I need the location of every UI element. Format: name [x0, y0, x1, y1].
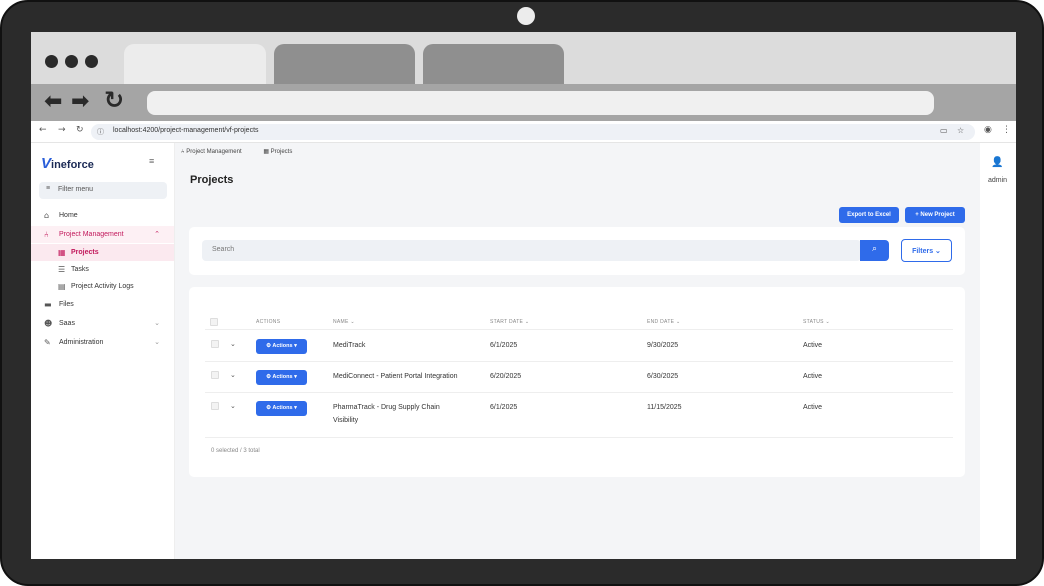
header-divider	[205, 329, 953, 330]
col-status[interactable]: STATUS ⌄	[803, 319, 830, 325]
export-excel-button[interactable]: Export to Excel	[839, 207, 899, 223]
url-text: localhost:4200/project-management/vf-pro…	[113, 127, 259, 134]
back-arrow-icon[interactable]: ⬅	[44, 91, 62, 113]
collapse-menu-icon[interactable]: ≡	[149, 156, 154, 166]
bookmark-star-icon[interactable]: ☆	[957, 126, 964, 135]
mock-address-bar[interactable]	[147, 91, 934, 115]
sidebar-item-saas[interactable]: ☻ Saas ⌄	[31, 315, 174, 332]
address-bar[interactable]: ⓘ localhost:4200/project-management/vf-p…	[91, 124, 975, 140]
table-row: ⌄ ⚙ Actions ▾ MediConnect - Patient Port…	[205, 362, 953, 393]
back-icon[interactable]: ←	[39, 125, 47, 135]
filter-icon: ≡	[46, 185, 51, 192]
cell-name: PharmaTrack - Drug Supply Chain Visibili…	[333, 404, 440, 424]
window-dot	[85, 55, 98, 68]
screen: ⬅ ➡ ↻ ← → ↻ ⓘ localhost:4200/project-man…	[31, 32, 1016, 559]
cell-name: MediTrack	[333, 342, 366, 349]
main-content: ⑃ Project Management ▦ Projects Projects…	[175, 143, 980, 559]
search-input[interactable]: Search	[202, 240, 861, 261]
profile-icon[interactable]: ◉	[984, 125, 992, 135]
cast-icon[interactable]: ▭	[940, 126, 948, 135]
sitemap-icon: ⑃	[44, 230, 49, 239]
cell-end-date: 11/15/2025	[647, 404, 682, 411]
expand-chevron-icon[interactable]: ⌄	[230, 371, 236, 379]
filter-menu-input[interactable]: ≡ Filter menu	[39, 182, 167, 199]
col-name[interactable]: NAME ⌄	[333, 319, 355, 325]
page-title: Projects	[190, 174, 234, 186]
folder-icon: ▬	[44, 300, 52, 309]
wrench-icon: ✎	[44, 338, 51, 347]
table-icon: ▦	[58, 248, 66, 257]
site-info-icon[interactable]: ⓘ	[97, 127, 104, 137]
cell-end-date: 9/30/2025	[647, 342, 679, 349]
reload-icon[interactable]: ↻	[76, 125, 84, 135]
expand-chevron-icon[interactable]: ⌄	[230, 340, 236, 348]
table-row: ⌄ ⚙ Actions ▾ MediTrack 6/1/2025 9/30/20…	[205, 331, 953, 362]
row-actions-button[interactable]: ⚙ Actions ▾	[256, 401, 307, 416]
list-icon: ☰	[58, 265, 66, 274]
breadcrumb-item[interactable]: ▦ Projects	[263, 149, 302, 155]
breadcrumb: ⑃ Project Management ▦ Projects	[181, 148, 312, 155]
cell-status: Active	[803, 342, 823, 349]
mock-tab-active[interactable]	[124, 44, 266, 84]
reload-icon[interactable]: ↻	[104, 88, 124, 112]
cell-start-date: 6/20/2025	[490, 373, 522, 380]
cell-status: Active	[803, 373, 823, 380]
browser-toolbar: ← → ↻ ⓘ localhost:4200/project-managemen…	[31, 121, 1016, 143]
cell-status: Active	[803, 404, 823, 411]
sidebar-item-files[interactable]: ▬ Files	[31, 296, 174, 313]
user-panel: 👤 admin	[980, 143, 1016, 559]
chevron-up-icon: ⌃	[154, 230, 160, 238]
row-checkbox[interactable]	[211, 340, 219, 348]
selection-summary: 0 selected / 3 total	[211, 448, 260, 454]
new-project-button[interactable]: + New Project	[905, 207, 965, 223]
file-icon: ▤	[58, 282, 66, 291]
cell-start-date: 6/1/2025	[490, 404, 518, 411]
mock-tab[interactable]	[274, 44, 415, 84]
mock-tab[interactable]	[423, 44, 564, 84]
forward-icon[interactable]: →	[58, 125, 66, 135]
select-all-checkbox[interactable]	[210, 318, 218, 326]
user-name[interactable]: admin	[988, 177, 1007, 184]
cell-name: MediConnect - Patient Portal Integration	[333, 373, 458, 380]
table-row: ⌄ ⚙ Actions ▾ PharmaTrack - Drug Supply …	[205, 393, 953, 438]
search-button[interactable]: ⌕	[860, 240, 889, 261]
col-actions: ACTIONS	[256, 319, 281, 325]
expand-chevron-icon[interactable]: ⌄	[230, 402, 236, 410]
camera-dot	[517, 7, 535, 25]
filters-button[interactable]: Filters ⌄	[901, 239, 952, 262]
row-checkbox[interactable]	[211, 371, 219, 379]
search-card: Search ⌕ Filters ⌄	[189, 227, 965, 275]
window-dot	[65, 55, 78, 68]
chevron-down-icon: ⌄	[154, 338, 160, 346]
sidebar-item-home[interactable]: ⌂ Home	[31, 207, 174, 224]
cell-start-date: 6/1/2025	[490, 342, 518, 349]
row-checkbox[interactable]	[211, 402, 219, 410]
col-end-date[interactable]: END DATE ⌄	[647, 319, 681, 325]
sidebar-item-activity-logs[interactable]: ▤ Project Activity Logs	[31, 278, 174, 295]
cell-end-date: 6/30/2025	[647, 373, 679, 380]
menu-kebab-icon[interactable]: ⋮	[1002, 125, 1011, 135]
search-icon: ⌕	[871, 244, 878, 254]
chevron-down-icon: ⌄	[154, 319, 160, 327]
window-dot	[45, 55, 58, 68]
home-icon: ⌂	[44, 211, 50, 220]
users-icon: ☻	[44, 319, 53, 328]
row-actions-button[interactable]: ⚙ Actions ▾	[256, 339, 307, 354]
sidebar-item-tasks[interactable]: ☰ Tasks	[31, 261, 174, 278]
sidebar-item-administration[interactable]: ✎ Administration ⌄	[31, 334, 174, 351]
user-avatar-icon[interactable]: 👤	[991, 157, 1003, 169]
projects-table-card: ACTIONS NAME ⌄ START DATE ⌄ END DATE ⌄ S…	[189, 287, 965, 477]
col-start-date[interactable]: START DATE ⌄	[490, 319, 529, 325]
sidebar: Vineforce ≡ ≡ Filter menu ⌂ Home ⑃ Proje…	[31, 143, 175, 559]
vineforce-logo[interactable]: Vineforce	[41, 155, 94, 172]
forward-arrow-icon[interactable]: ➡	[71, 91, 89, 113]
mock-tab-strip	[31, 32, 1016, 84]
row-actions-button[interactable]: ⚙ Actions ▾	[256, 370, 307, 385]
device-frame: ⬅ ➡ ↻ ← → ↻ ⓘ localhost:4200/project-man…	[0, 0, 1044, 586]
breadcrumb-item[interactable]: ⑃ Project Management	[181, 149, 252, 155]
sidebar-item-project-management[interactable]: ⑃ Project Management ⌃	[31, 226, 174, 243]
sidebar-item-projects[interactable]: ▦ Projects	[31, 244, 174, 261]
mock-nav-bar: ⬅ ➡ ↻	[31, 84, 1016, 121]
